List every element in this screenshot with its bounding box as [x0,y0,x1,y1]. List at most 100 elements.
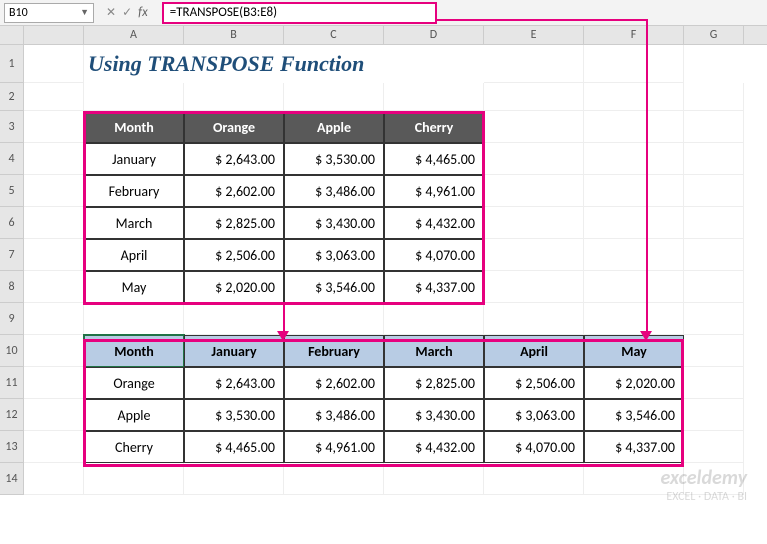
cell[interactable] [184,303,284,335]
col-header-g[interactable]: G [684,26,744,44]
src-val[interactable]: $ 3,430.00 [284,207,384,239]
trans-val[interactable]: $ 4,432.00 [384,431,484,463]
cell[interactable] [24,335,84,367]
trans-label[interactable]: Cherry [84,431,184,463]
src-val[interactable]: $ 4,070.00 [384,239,484,271]
trans-val[interactable]: $ 3,430.00 [384,399,484,431]
cell[interactable] [684,367,744,399]
cell[interactable] [584,303,684,335]
trans-hdr-feb[interactable]: February [284,335,384,367]
cell[interactable] [84,463,184,495]
cell[interactable] [284,303,384,335]
row-header-10[interactable]: 10 [0,335,24,367]
col-header-b[interactable]: B [184,26,284,44]
row-header-5[interactable]: 5 [0,175,24,207]
cell[interactable] [684,207,744,239]
cell[interactable] [284,83,384,111]
cell[interactable] [584,175,684,207]
src-val[interactable]: $ 2,643.00 [184,143,284,175]
cell[interactable] [684,335,744,367]
cell[interactable] [584,111,684,143]
src-hdr-cherry[interactable]: Cherry [384,111,484,143]
trans-hdr-apr[interactable]: April [484,335,584,367]
trans-val[interactable]: $ 3,530.00 [184,399,284,431]
dropdown-icon[interactable]: ▼ [80,7,89,18]
row-header-13[interactable]: 13 [0,431,24,463]
cell[interactable] [184,463,284,495]
cell[interactable] [484,143,584,175]
formula-input[interactable]: =TRANSPOSE(B3:E8) [162,2,437,24]
cell[interactable] [484,111,584,143]
cell[interactable] [584,271,684,303]
src-val[interactable]: $ 4,465.00 [384,143,484,175]
trans-val[interactable]: $ 4,337.00 [584,431,684,463]
cell[interactable] [24,431,84,463]
cell[interactable] [684,239,744,271]
cell[interactable] [584,239,684,271]
trans-label[interactable]: Apple [84,399,184,431]
col-header-d[interactable]: D [384,26,484,44]
src-month[interactable]: February [84,175,184,207]
cell[interactable] [684,111,744,143]
cell[interactable] [684,431,744,463]
select-all-corner[interactable] [0,26,24,44]
cell[interactable] [484,239,584,271]
trans-val[interactable]: $ 2,020.00 [584,367,684,399]
row-header-8[interactable]: 8 [0,271,24,303]
cell[interactable] [24,399,84,431]
cell[interactable] [24,271,84,303]
fx-icon[interactable]: fx [138,5,148,20]
cell[interactable] [484,45,584,83]
src-val[interactable]: $ 2,020.00 [184,271,284,303]
src-val[interactable]: $ 3,530.00 [284,143,384,175]
cancel-icon[interactable]: ✕ [106,5,116,20]
cell[interactable] [24,45,84,83]
cell[interactable] [24,303,84,335]
trans-label[interactable]: Orange [84,367,184,399]
row-header-3[interactable]: 3 [0,111,24,143]
src-val[interactable]: $ 4,961.00 [384,175,484,207]
cell[interactable] [684,175,744,207]
cell[interactable] [484,271,584,303]
src-val[interactable]: $ 2,506.00 [184,239,284,271]
cell[interactable] [84,303,184,335]
trans-val[interactable]: $ 2,506.00 [484,367,584,399]
cell[interactable] [24,143,84,175]
src-val[interactable]: $ 2,602.00 [184,175,284,207]
trans-val[interactable]: $ 3,486.00 [284,399,384,431]
col-header-blank[interactable] [24,26,84,44]
src-val[interactable]: $ 4,432.00 [384,207,484,239]
trans-val[interactable]: $ 4,961.00 [284,431,384,463]
col-header-e[interactable]: E [484,26,584,44]
col-header-f[interactable]: F [584,26,684,44]
src-hdr-month[interactable]: Month [84,111,184,143]
src-hdr-orange[interactable]: Orange [184,111,284,143]
accept-icon[interactable]: ✓ [122,5,132,20]
src-month[interactable]: April [84,239,184,271]
name-box[interactable]: B10 ▼ [4,3,94,23]
cell[interactable] [684,399,744,431]
cell[interactable] [184,83,284,111]
trans-hdr-jan[interactable]: January [184,335,284,367]
cell[interactable] [84,83,184,111]
cell[interactable] [584,143,684,175]
cell[interactable] [384,303,484,335]
src-val[interactable]: $ 3,063.00 [284,239,384,271]
page-title[interactable]: Using TRANSPOSE Function [84,45,484,83]
cell[interactable] [24,367,84,399]
trans-hdr-may[interactable]: May [584,335,684,367]
src-val[interactable]: $ 3,486.00 [284,175,384,207]
row-header-9[interactable]: 9 [0,303,24,335]
cell[interactable] [24,83,84,111]
src-val[interactable]: $ 2,825.00 [184,207,284,239]
src-month[interactable]: March [84,207,184,239]
row-header-14[interactable]: 14 [0,463,24,495]
trans-val[interactable]: $ 2,602.00 [284,367,384,399]
cell[interactable] [684,83,744,111]
cell[interactable] [484,207,584,239]
cell[interactable] [684,303,744,335]
row-header-2[interactable]: 2 [0,83,24,111]
trans-val[interactable]: $ 4,465.00 [184,431,284,463]
cell[interactable] [484,83,584,111]
cell[interactable] [24,463,84,495]
